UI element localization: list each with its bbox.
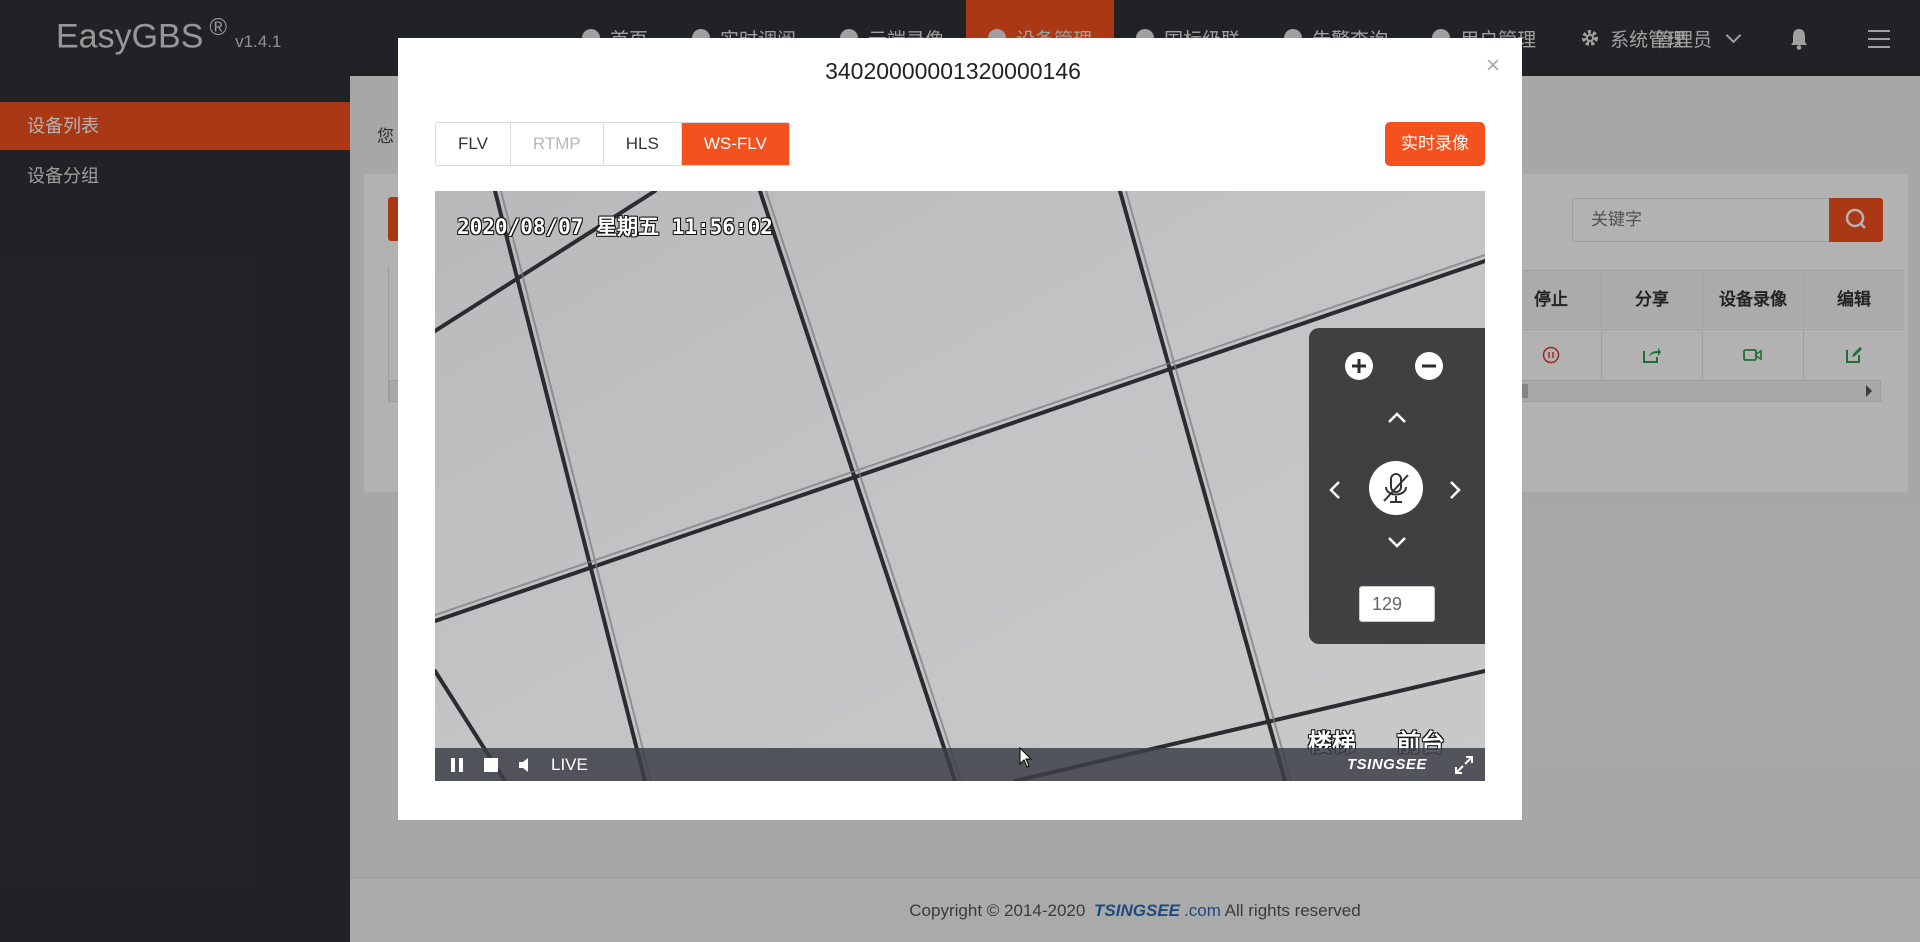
pause-icon[interactable] <box>449 757 465 773</box>
mouse-cursor-icon <box>1019 747 1033 768</box>
osd-timestamp: 2020/08/07 星期五 11:56:02 <box>457 215 773 239</box>
tab-rtmp[interactable]: RTMP <box>511 123 604 165</box>
ptz-control-panel <box>1309 328 1485 644</box>
video-player[interactable]: 2020/08/07 星期五 11:56:02 楼梯 前台 LIVE TSING… <box>435 191 1485 781</box>
chevron-down-icon[interactable] <box>1385 534 1409 550</box>
tab-ws-flv[interactable]: WS-FLV <box>681 123 789 165</box>
live-indicator: LIVE <box>551 755 588 774</box>
stream-protocol-tabs: FLV RTMP HLS WS-FLV <box>435 122 790 166</box>
close-icon[interactable]: × <box>1486 52 1500 80</box>
mic-off-icon <box>1383 473 1409 503</box>
tab-hls[interactable]: HLS <box>604 123 682 165</box>
chevron-left-icon[interactable] <box>1327 478 1343 502</box>
chevron-right-icon[interactable] <box>1447 478 1463 502</box>
live-record-button[interactable]: 实时录像 <box>1385 122 1485 166</box>
player-logo: TSINGSEE <box>1347 756 1427 773</box>
chevron-up-icon[interactable] <box>1385 410 1409 426</box>
ptz-speed-input[interactable] <box>1359 586 1435 622</box>
tab-flv[interactable]: FLV <box>436 123 511 165</box>
fullscreen-icon[interactable] <box>1455 756 1473 774</box>
stop-icon[interactable] <box>483 757 499 773</box>
zoom-out-icon[interactable] <box>1414 351 1444 381</box>
video-modal: 34020000001320000146 × FLV RTMP HLS WS-F… <box>398 38 1522 820</box>
zoom-in-icon[interactable] <box>1344 351 1374 381</box>
modal-title: 34020000001320000146 <box>825 58 1081 84</box>
player-control-bar: LIVE TSINGSEE <box>435 748 1485 781</box>
mic-button[interactable] <box>1369 461 1423 515</box>
volume-icon[interactable] <box>518 757 532 773</box>
